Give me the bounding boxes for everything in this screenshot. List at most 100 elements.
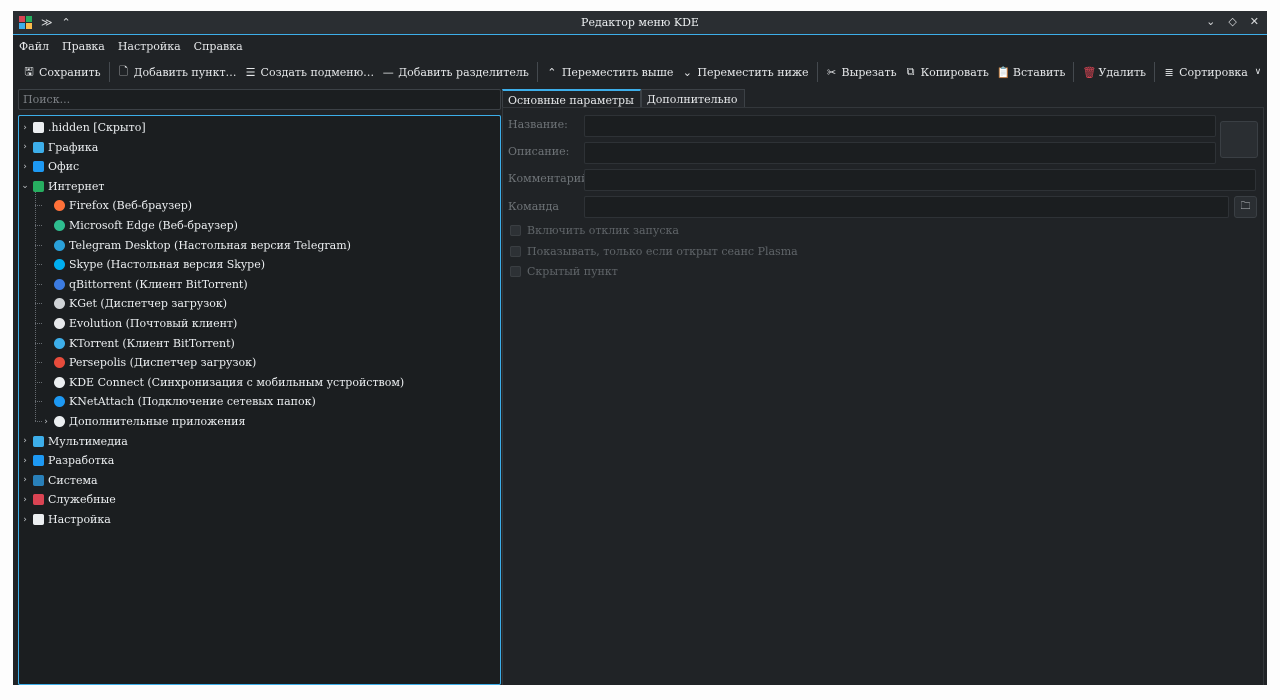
tree-item[interactable]: KNetAttach (Подключение сетевых папок)	[42, 392, 316, 411]
tree-item-label: Графика	[48, 140, 99, 154]
create-submenu-button[interactable]: ☰ Создать подменю…	[241, 61, 379, 83]
kdeconnect-icon	[54, 376, 65, 388]
add-item-button[interactable]: 🗋 Добавить пункт…	[114, 61, 241, 83]
tree-item-label: Служебные	[48, 493, 116, 507]
tree-category[interactable]: › Графика	[21, 138, 98, 157]
sort-button[interactable]: ≣ Сортировка ∨	[1159, 61, 1267, 83]
comment-label: Комментарий:	[508, 172, 593, 185]
move-down-button[interactable]: ⌄ Переместить ниже	[677, 61, 812, 83]
add-separator-button[interactable]: — Добавить разделитель	[378, 61, 533, 83]
persepolis-icon	[54, 357, 65, 369]
tree-category[interactable]: › Мультимедиа	[21, 432, 128, 451]
description-label: Описание:	[508, 145, 570, 158]
tree-category[interactable]: › Офис	[21, 157, 79, 176]
tree-category[interactable]: › .hidden [Скрыто]	[21, 118, 145, 137]
chevron-up-icon: ⌃	[547, 65, 557, 79]
cut-button[interactable]: ✂ Вырезать	[822, 61, 901, 83]
tree-item-label: KTorrent (Клиент BitTorrent)	[69, 336, 235, 350]
tree-connector	[35, 362, 42, 364]
new-document-icon: 🗋	[119, 64, 129, 78]
save-icon: 🖫	[24, 64, 34, 78]
tree-connector	[35, 264, 42, 266]
tree-connector	[35, 244, 42, 246]
tree-category[interactable]: › Разработка	[21, 451, 114, 470]
tree-item[interactable]: Telegram Desktop (Настольная версия Tele…	[42, 236, 351, 255]
toolbar-separator	[536, 62, 538, 82]
tree-item-label: Telegram Desktop (Настольная версия Tele…	[69, 238, 351, 252]
name-field[interactable]	[584, 115, 1216, 137]
tree-item-label: KNetAttach (Подключение сетевых папок)	[69, 395, 316, 409]
title-bar[interactable]: ≫ ⌃ Редактор меню KDE ⌄ ◇ ✕	[13, 11, 1267, 35]
tree-item[interactable]: KTorrent (Клиент BitTorrent)	[42, 334, 235, 353]
tree-item[interactable]: KDE Connect (Синхронизация с мобильным у…	[42, 373, 404, 392]
tree-item[interactable]: Persepolis (Диспетчер загрузок)	[42, 353, 256, 372]
tree-category[interactable]: › Служебные	[21, 490, 116, 509]
chevron-right-icon[interactable]: ›	[21, 456, 29, 466]
kget-icon	[54, 298, 65, 310]
chevron-right-icon[interactable]: ›	[21, 475, 29, 485]
window-title: Редактор меню KDE	[581, 16, 699, 29]
paste-button[interactable]: 📋 Вставить	[993, 61, 1070, 83]
chevron-right-icon[interactable]: ›	[21, 515, 29, 525]
app-icon-button[interactable]	[1220, 121, 1258, 158]
move-up-button[interactable]: ⌃ Переместить выше	[542, 61, 678, 83]
chevron-right-icon[interactable]: ›	[21, 436, 29, 446]
menu-settings[interactable]: Настройка	[118, 40, 181, 53]
save-button[interactable]: 🖫 Сохранить	[19, 61, 105, 83]
maximize-icon[interactable]: ◇	[1228, 15, 1236, 28]
chevron-right-icon[interactable]: ›	[42, 417, 50, 427]
copy-button[interactable]: ⧉ Копировать	[901, 61, 993, 83]
tree-item[interactable]: Microsoft Edge (Веб-браузер)	[42, 216, 238, 235]
description-field[interactable]	[584, 142, 1216, 164]
chevron-right-icon[interactable]: ›	[21, 162, 29, 172]
tree-category[interactable]: ⌄ Интернет	[21, 177, 104, 196]
menu-bar: Файл Правка Настройка Справка	[13, 36, 243, 56]
hidden-item-checkbox[interactable]: Скрытый пункт	[510, 265, 618, 278]
chevron-right-icon[interactable]: ›	[21, 142, 29, 152]
folder-icon	[33, 122, 44, 133]
comment-field[interactable]	[584, 169, 1256, 191]
tree-item-label: Evolution (Почтовый клиент)	[69, 317, 238, 330]
menu-edit[interactable]: Правка	[62, 40, 105, 53]
tree-item[interactable]: Firefox (Веб-браузер)	[42, 196, 192, 215]
trash-icon: 🗑	[1082, 65, 1097, 79]
browse-folder-icon[interactable]: 🗀	[1234, 196, 1257, 218]
tab-advanced[interactable]: Дополнительно	[640, 89, 745, 109]
tree-category[interactable]: › Система	[21, 471, 98, 490]
menu-icon: ☰	[245, 65, 256, 79]
scissors-icon: ✂	[826, 65, 837, 79]
chevron-down-icon: ⌄	[682, 65, 692, 79]
tree-connector	[35, 381, 42, 383]
settings-icon	[33, 514, 44, 525]
tree-item-label: Microsoft Edge (Веб-браузер)	[69, 219, 238, 232]
edge-icon	[54, 220, 65, 231]
close-icon[interactable]: ✕	[1250, 15, 1259, 28]
search-input[interactable]: Поиск...	[18, 89, 501, 110]
office-icon	[33, 161, 44, 173]
tree-item[interactable]: Skype (Настольная версия Skype)	[42, 255, 265, 274]
chevron-right-icon[interactable]: ›	[21, 123, 29, 133]
command-field[interactable]	[584, 196, 1229, 218]
only-plasma-checkbox[interactable]: Показывать, только если открыт сеанс Pla…	[510, 245, 798, 258]
launch-feedback-checkbox[interactable]: Включить отклик запуска	[510, 224, 679, 237]
copy-icon: ⧉	[906, 65, 915, 78]
tree-item[interactable]: KGet (Диспетчер загрузок)	[42, 294, 227, 313]
clipboard-icon: 📋	[996, 65, 1011, 79]
ktorrent-icon	[54, 337, 65, 349]
tree-item[interactable]: qBittorrent (Клиент BitTorrent)	[42, 275, 248, 294]
delete-button[interactable]: 🗑 Удалить	[1078, 61, 1150, 83]
tree-item[interactable]: › Дополнительные приложения	[42, 412, 245, 431]
system-icon	[33, 474, 44, 486]
tree-item[interactable]: Evolution (Почтовый клиент)	[42, 314, 237, 333]
chevron-right-icon[interactable]: ›	[21, 495, 29, 505]
menu-tree[interactable]: › .hidden [Скрыто] › Графика › Офис ⌄ Интернет F…	[18, 115, 501, 685]
tab-general[interactable]: Основные параметры	[502, 89, 641, 109]
menu-file[interactable]: Файл	[19, 40, 49, 53]
minimize-icon[interactable]: ⌄	[1206, 15, 1215, 28]
tree-category[interactable]: › Настройка	[21, 510, 111, 529]
checkbox-box	[510, 246, 521, 257]
tree-item-label: Система	[48, 473, 98, 487]
chevron-down-icon[interactable]: ⌄	[21, 181, 29, 191]
qbittorrent-icon	[54, 278, 65, 290]
menu-help[interactable]: Справка	[194, 40, 243, 53]
